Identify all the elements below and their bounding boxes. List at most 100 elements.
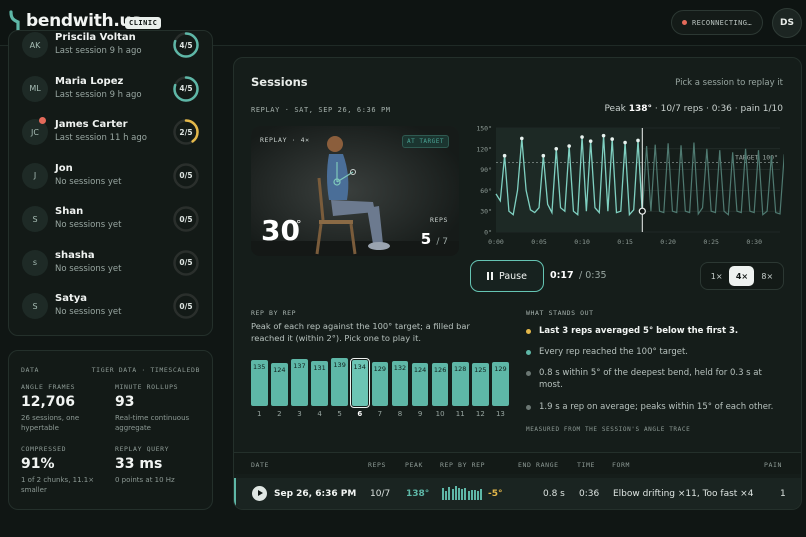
- column-header[interactable]: END RANGE: [518, 461, 559, 469]
- column-header[interactable]: TIME: [577, 461, 595, 469]
- rep-bar[interactable]: 129: [371, 361, 389, 406]
- speed-option[interactable]: 4×: [729, 266, 755, 286]
- patient-row[interactable]: ML Maria Lopez Last session 9 h ago 4/5: [9, 69, 212, 112]
- progress-ring: 0/5: [172, 292, 200, 320]
- user-avatar[interactable]: DS: [772, 8, 802, 38]
- angle-frames-sub: 26 sessions, one hypertable: [21, 414, 80, 432]
- rollups-sub: Real-time continuous aggregate: [115, 414, 190, 432]
- progress-score: 4/5: [179, 40, 193, 50]
- pause-label: Pause: [499, 270, 527, 282]
- patient-last-session: No sessions yet: [55, 176, 122, 187]
- rep-bar[interactable]: 126: [431, 362, 449, 406]
- pause-button[interactable]: Pause: [470, 260, 544, 292]
- rep-peak-marker: [541, 153, 546, 158]
- rep-peak-marker: [601, 133, 606, 138]
- patient-avatar: J: [22, 162, 48, 189]
- column-header[interactable]: FORM: [612, 461, 630, 469]
- rep-bar[interactable]: 131: [311, 361, 328, 406]
- query-value: 33 ms: [115, 456, 163, 472]
- column-header[interactable]: PAIN: [764, 461, 782, 469]
- patient-name: James Carter: [55, 119, 128, 130]
- speed-option[interactable]: 1×: [704, 266, 729, 286]
- play-icon[interactable]: [252, 486, 267, 501]
- connection-status[interactable]: RECONNECTING…: [671, 10, 763, 35]
- patient-avatar: ML: [22, 75, 48, 102]
- current-angle: 30: [261, 214, 300, 247]
- rep-bar-label: 1: [257, 410, 262, 418]
- sparkline-bar: [474, 489, 476, 500]
- column-header[interactable]: DATE: [251, 461, 269, 469]
- rep-bar[interactable]: 137: [291, 359, 308, 406]
- patient-row[interactable]: AK Priscila Voltan Last session 9 h ago 4/5: [9, 31, 212, 68]
- rep-bar[interactable]: 124: [271, 363, 288, 406]
- patient-row[interactable]: J Jon No sessions yet 0/5: [9, 156, 212, 199]
- patient-avatar: S: [22, 206, 48, 232]
- column-header[interactable]: PEAK: [405, 461, 423, 469]
- patient-row[interactable]: s shasha No sessions yet 0/5: [9, 243, 212, 286]
- patient-last-session: No sessions yet: [55, 263, 122, 274]
- reps-counter: 5 / 7: [421, 230, 448, 248]
- progress-score: 4/5: [179, 84, 193, 93]
- rep-bar-label: 13: [495, 410, 505, 418]
- reps-label: REPS: [429, 216, 448, 224]
- time-current: 0:17: [550, 270, 574, 281]
- sparkline-bar: [451, 488, 454, 500]
- rollups-label: MINUTE ROLLUPS: [115, 383, 179, 391]
- rep-bar[interactable]: 124: [411, 363, 429, 406]
- angle-frames-label: ANGLE FRAMES: [21, 383, 76, 391]
- query-sub: 0 points at 10 Hz: [115, 476, 175, 484]
- connection-status-text: RECONNECTING…: [692, 18, 752, 27]
- table-row[interactable]: Sep 26, 6:36 PM 10/7 138° -5° 0.8 s 0:36…: [234, 478, 801, 509]
- rep-bar[interactable]: 134: [349, 358, 370, 408]
- x-tick-label: 0:10: [574, 238, 590, 246]
- patient-last-session: No sessions yet: [55, 220, 122, 230]
- progress-ring: 4/5: [172, 31, 200, 59]
- peak-rest: · 10/7 reps · 0:36 · pain 1/10: [654, 104, 783, 114]
- progress-score: 0/5: [179, 258, 193, 267]
- insight-text: Last 3 reps averaged 5° below the first …: [539, 326, 739, 336]
- x-tick-label: 0:00: [488, 238, 504, 246]
- rep-bar[interactable]: 125: [472, 363, 489, 406]
- insight-text: 1.9 s a rep on average; peaks within 15°…: [539, 402, 774, 412]
- rep-bar[interactable]: 129: [492, 361, 509, 406]
- row-pain: 1: [780, 489, 786, 499]
- rep-bar-value: 125: [474, 366, 487, 375]
- speed-selector: 1× 4× 8×: [700, 262, 784, 290]
- sparkline-bar: [442, 487, 444, 500]
- rep-bar[interactable]: 139: [331, 358, 348, 406]
- rep-bar[interactable]: 132: [391, 360, 409, 406]
- rep-bar-label: 6: [357, 410, 363, 418]
- rep-bar-value: 132: [393, 363, 407, 372]
- column-header[interactable]: REP BY REP: [440, 461, 485, 469]
- stands-out-footer: MEASURED FROM THE SESSION'S ANGLE TRACE: [526, 426, 691, 433]
- sparkline-bar: [477, 490, 480, 500]
- angle-trace-chart[interactable]: 0° 30° 60° 90° 120° 150° 0:00 0:05 0:10 0:15 0:20 0…: [470, 124, 784, 256]
- rep-by-rep-description: Peak of each rep against the 100° target…: [251, 321, 470, 343]
- rep-bar[interactable]: 135: [251, 359, 268, 406]
- replay-video[interactable]: REPLAY · 4× AT TARGET 30 ° REPS 5 / 7: [251, 126, 459, 256]
- patient-row[interactable]: JC James Carter Last session 11 h ago 2/5: [9, 112, 212, 155]
- insight-dot-icon: [526, 371, 531, 376]
- rep-bar[interactable]: 128: [452, 362, 469, 406]
- brand-logo[interactable]: bendwith.us: [8, 10, 141, 32]
- y-tick-label: 120°: [476, 145, 492, 153]
- progress-score: 2/5: [179, 127, 193, 137]
- x-tick-label: 0:30: [746, 238, 762, 246]
- patient-avatar: AK: [22, 32, 48, 58]
- rep-peak-marker: [623, 140, 627, 145]
- rep-bar-value: 131: [313, 364, 326, 373]
- patient-row[interactable]: S Satya No sessions yet 0/5: [9, 286, 212, 329]
- reps-current: 5: [420, 230, 432, 248]
- rep-bar-label: 9: [417, 410, 423, 418]
- rep-bar-value: 124: [413, 366, 427, 375]
- insight-dot-icon: [526, 350, 531, 355]
- sessions-hint: Pick a session to replay it: [675, 78, 783, 88]
- column-header[interactable]: REPS: [368, 461, 386, 469]
- patient-name: shasha: [55, 249, 95, 261]
- angle-trace-upcoming: [637, 140, 784, 216]
- speed-option[interactable]: 8×: [755, 266, 780, 286]
- row-peak: 138°: [406, 489, 430, 499]
- patient-row[interactable]: S Shan No sessions yet 0/5: [9, 199, 212, 242]
- insight-text: Every rep reached the 100° target.: [539, 347, 688, 357]
- compressed-sub: 1 of 2 chunks, 11.1× smaller: [21, 476, 95, 494]
